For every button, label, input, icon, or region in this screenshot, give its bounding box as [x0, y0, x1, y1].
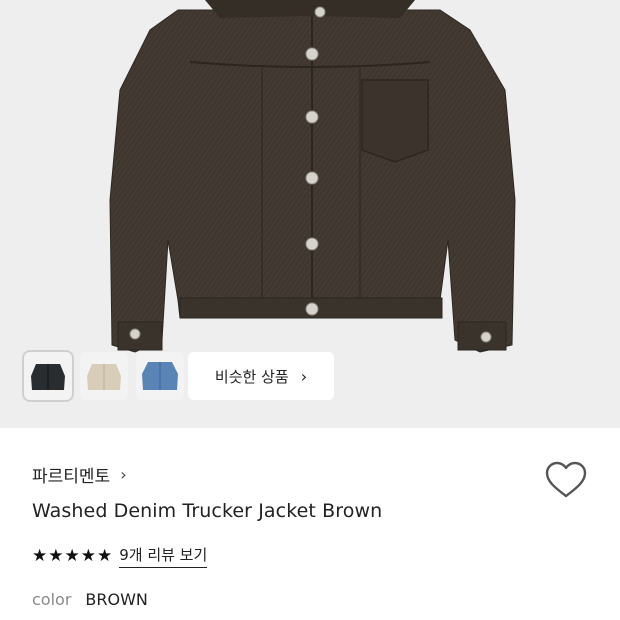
- thumbnail-black-jacket[interactable]: [22, 350, 74, 402]
- rating-stars: ★★★★★: [32, 546, 114, 566]
- similar-products-label: 비슷한 상품: [214, 367, 289, 386]
- product-title: Washed Denim Trucker Jacket Brown: [32, 500, 383, 522]
- brand-name: 파르티멘토: [32, 467, 111, 487]
- blue-denim-jacket-image: [142, 362, 178, 390]
- heart-outline-icon[interactable]: [544, 460, 588, 500]
- thumbnail-blue-denim-jacket[interactable]: [136, 352, 184, 400]
- color-value: BROWN: [85, 590, 148, 609]
- brand-link[interactable]: 파르티멘토 ›: [32, 462, 127, 487]
- color-label: color: [32, 590, 72, 609]
- black-jacket-image: [31, 364, 65, 390]
- similar-thumbnails: [22, 350, 184, 402]
- color-row: color BROWN: [32, 590, 148, 609]
- thumbnail-beige-jacket[interactable]: [80, 352, 128, 400]
- chevron-right-icon: ›: [300, 366, 308, 386]
- similar-products-button[interactable]: 비슷한 상품 ›: [188, 352, 334, 400]
- chevron-right-icon: ›: [120, 465, 127, 484]
- product-image[interactable]: 비슷한 상품 ›: [0, 0, 620, 428]
- rating-row: ★★★★★ 9개 리뷰 보기: [32, 544, 208, 568]
- beige-jacket-image: [87, 364, 121, 390]
- reviews-link[interactable]: 9개 리뷰 보기: [119, 544, 208, 568]
